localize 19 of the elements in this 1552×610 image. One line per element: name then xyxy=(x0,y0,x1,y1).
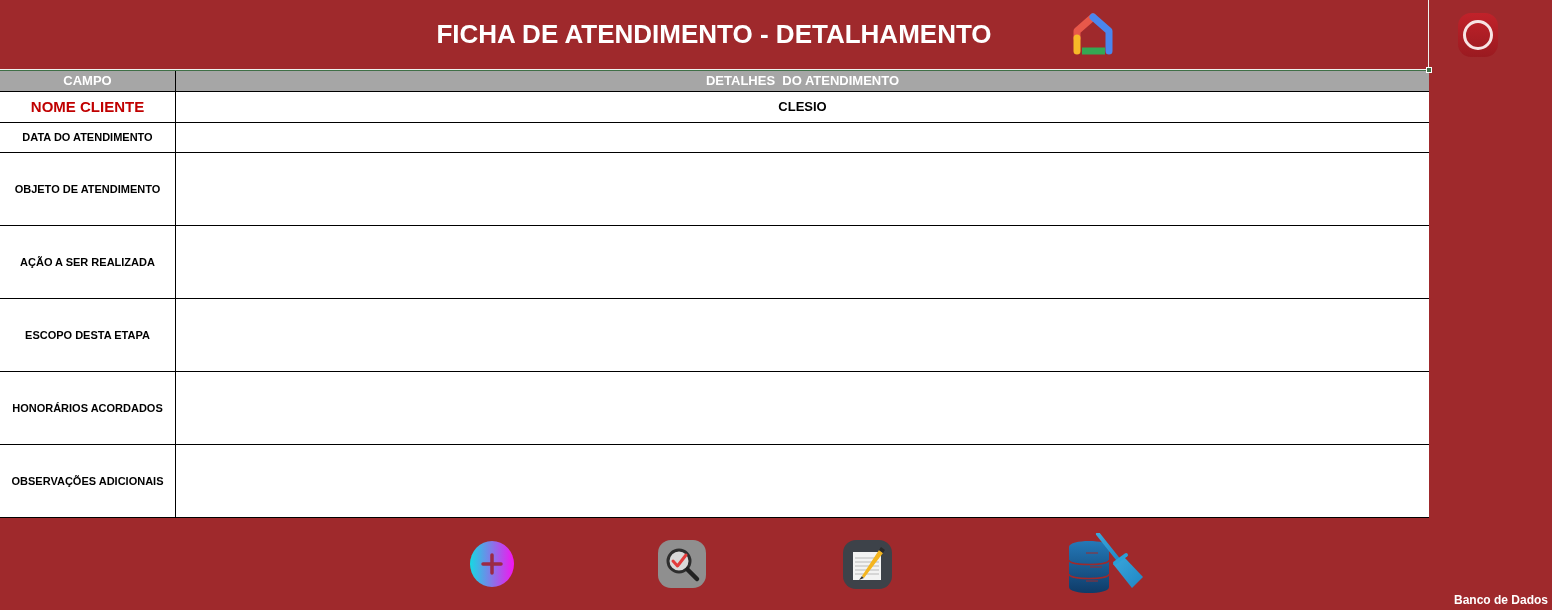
field-label: AÇÃO A SER REALIZADA xyxy=(0,226,176,298)
column-header: DETALHES DO ATENDIMENTO xyxy=(704,71,901,90)
field-label: OBSERVAÇÕES ADICIONAIS xyxy=(0,445,176,517)
column-header: CAMPO xyxy=(0,70,176,91)
selection-handle-icon xyxy=(1426,67,1432,73)
field-label: NOME CLIENTE xyxy=(0,92,176,122)
notepad-icon[interactable] xyxy=(843,539,892,589)
field-value[interactable]: CLESIO xyxy=(176,92,1429,122)
database-label: Banco de Dados xyxy=(1453,592,1549,609)
page-title: FICHA DE ATENDIMENTO - DETALHAMENTO xyxy=(436,18,992,51)
house-icon[interactable] xyxy=(1071,11,1114,58)
field-label: OBJETO DE ATENDIMENTO xyxy=(0,153,176,225)
field-label: ESCOPO DESTA ETAPA xyxy=(0,299,176,371)
database-broom-icon[interactable] xyxy=(1068,533,1144,595)
field-label: DATA DO ATENDIMENTO xyxy=(0,123,176,152)
ring-icon[interactable] xyxy=(1458,13,1498,57)
search-icon[interactable] xyxy=(658,540,706,588)
field-label: HONORÁRIOS ACORDADOS xyxy=(0,372,176,444)
plus-icon[interactable] xyxy=(470,541,514,587)
